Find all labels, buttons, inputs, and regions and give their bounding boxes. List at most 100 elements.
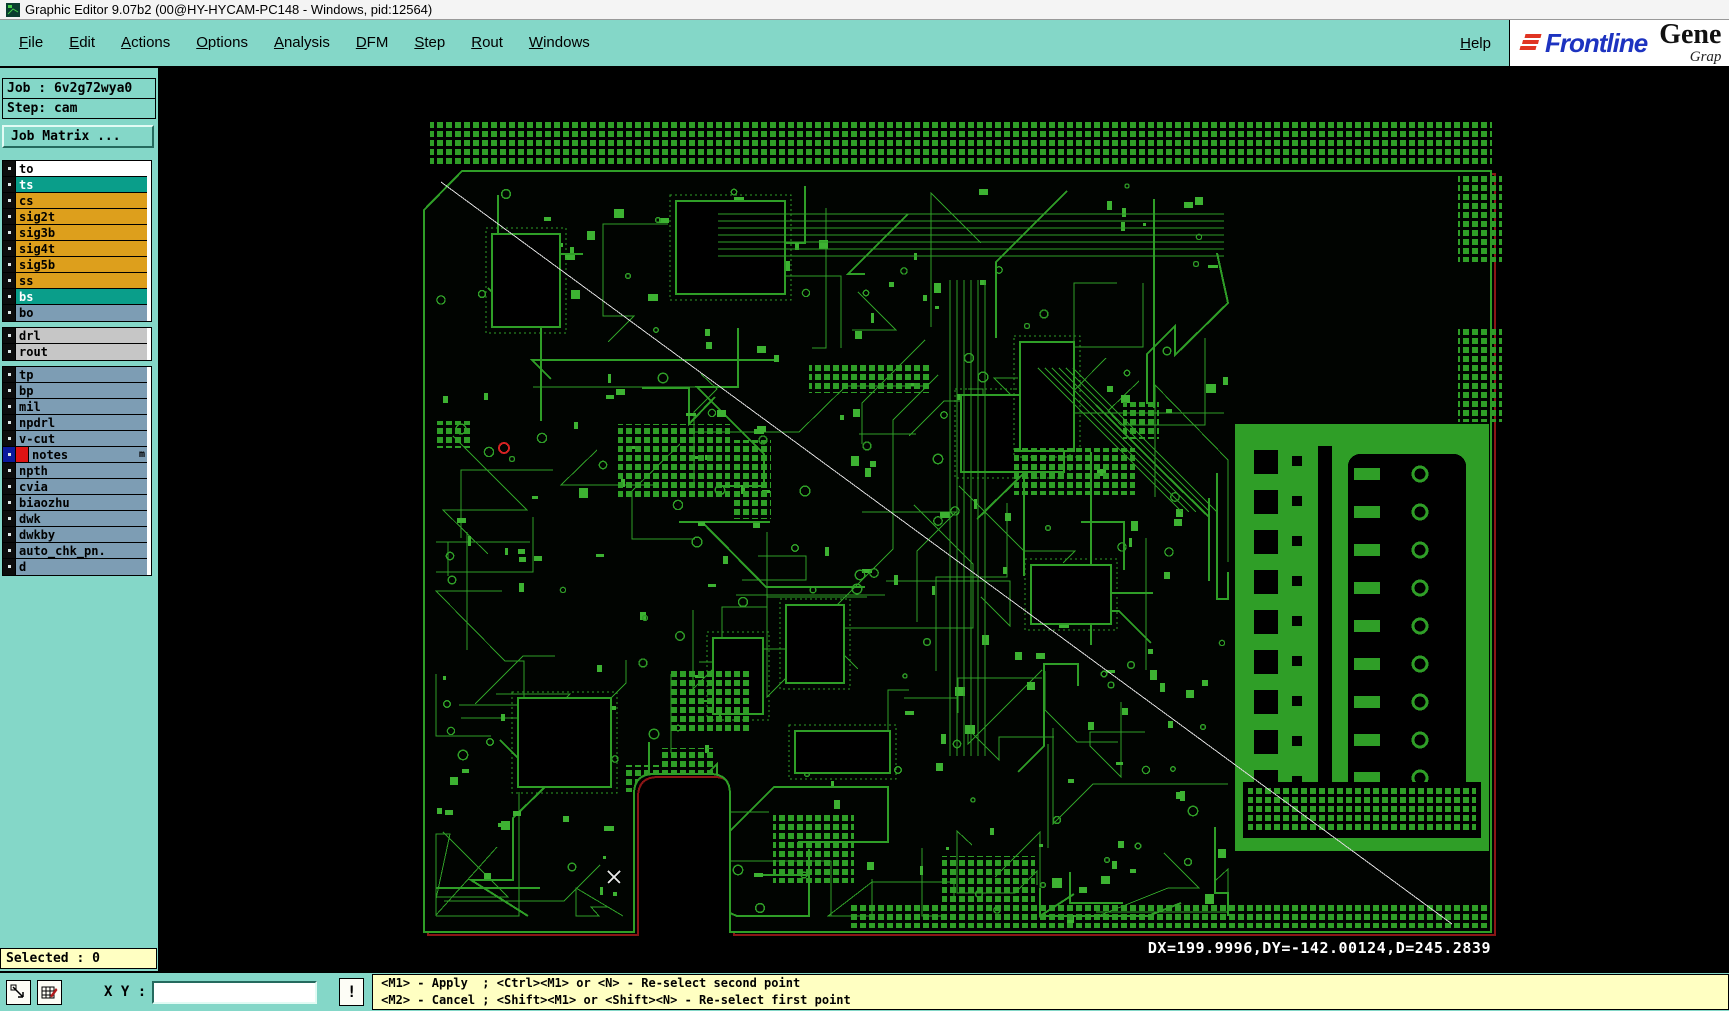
menu-analysis[interactable]: Analysis [261, 34, 343, 51]
layer-toggle-button[interactable] [3, 177, 16, 192]
layer-name: ss [16, 273, 147, 288]
app-icon [6, 2, 20, 17]
pcb-canvas[interactable] [158, 68, 1729, 971]
layer-row-mil[interactable]: mil [3, 399, 147, 415]
layer-toggle-button[interactable] [3, 257, 16, 272]
layer-row-npth[interactable]: npth [3, 463, 147, 479]
layer-row-auto_chk_pn.[interactable]: auto_chk_pn. [3, 543, 147, 559]
layer-group: to ts cs sig2t sig3b sig4t sig5b ss bs b… [2, 160, 152, 322]
layer-toggle-button[interactable] [3, 225, 16, 240]
layer-row-sig5b[interactable]: sig5b [3, 257, 147, 273]
layer-toggle-button[interactable] [3, 495, 16, 510]
layer-row-v-cut[interactable]: v-cut [3, 431, 147, 447]
layer-name: drl [16, 328, 147, 343]
layer-row-cvia[interactable]: cvia [3, 479, 147, 495]
job-matrix-button[interactable]: Job Matrix ... [2, 125, 154, 148]
layer-row-dwkby[interactable]: dwkby [3, 527, 147, 543]
layer-row-sig3b[interactable]: sig3b [3, 225, 147, 241]
menu-rout[interactable]: Rout [458, 34, 516, 51]
layer-row-sig2t[interactable]: sig2t [3, 209, 147, 225]
layer-toggle-button[interactable] [3, 328, 16, 343]
measure-tool-button[interactable] [6, 979, 31, 1005]
menu-step[interactable]: Step [401, 34, 458, 51]
grid-edit-icon [41, 986, 58, 998]
layer-toggle-button[interactable] [3, 559, 16, 575]
product-name: Gene Grap [1659, 20, 1722, 65]
right-pad-grid-top [1458, 176, 1502, 262]
layer-name: sig3b [16, 225, 147, 240]
layer-row-sig4t[interactable]: sig4t [3, 241, 147, 257]
frontline-logo: Frontline [1545, 27, 1648, 58]
layer-name: d [16, 559, 147, 575]
selected-count: Selected : 0 [0, 948, 157, 969]
layer-toggle-button[interactable] [3, 305, 16, 321]
layer-row-to[interactable]: to [3, 161, 147, 177]
layer-toggle-button[interactable] [3, 344, 16, 360]
menu-bar: File Edit Actions Options Analysis DFM Step Rou… [0, 20, 1729, 68]
menu-edit[interactable]: Edit [56, 34, 108, 51]
layer-toggle-button[interactable] [3, 399, 16, 414]
layer-toggle-button[interactable] [3, 527, 16, 542]
layer-list: to ts cs sig2t sig3b sig4t sig5b ss bs b… [0, 160, 158, 576]
layer-toggle-button[interactable] [3, 447, 16, 462]
layer-row-dwk[interactable]: dwk [3, 511, 147, 527]
layer-toggle-button[interactable] [3, 367, 16, 382]
layer-row-npdrl[interactable]: npdrl [3, 415, 147, 431]
top-pad-grid [430, 120, 1492, 166]
bottom-toolbar: X Y : ! <M1> - Apply ; <Ctrl><M1> or <N>… [0, 971, 1729, 1011]
application-window: Graphic Editor 9.07b2 (00@HY-HYCAM-PC148… [0, 0, 1729, 1011]
layer-toggle-button[interactable] [3, 415, 16, 430]
canvas-area[interactable]: DX=199.9996,DY=-142.00124,D=245.2839 [158, 68, 1729, 971]
menu-dfm[interactable]: DFM [343, 34, 402, 51]
xy-label: X Y : [104, 984, 147, 1000]
layer-toggle-button[interactable] [3, 543, 16, 558]
layer-row-biaozhu[interactable]: biaozhu [3, 495, 147, 511]
layer-toggle-button[interactable] [3, 383, 16, 398]
prompt-line-2: <M2> - Cancel ; <Shift><M1> or <Shift><N… [381, 993, 851, 1007]
layer-name: v-cut [16, 431, 147, 446]
measure-icon [10, 984, 24, 998]
layer-row-ss[interactable]: ss [3, 273, 147, 289]
menu-file[interactable]: File [6, 34, 56, 51]
layer-toggle-button[interactable] [3, 209, 16, 224]
layer-toggle-button[interactable] [3, 241, 16, 256]
layer-name: biaozhu [16, 495, 147, 510]
layer-toggle-button[interactable] [3, 479, 16, 494]
layer-toggle-button[interactable] [3, 193, 16, 208]
layer-name: notes m [29, 447, 147, 462]
step-label: Step: cam [3, 98, 155, 118]
layer-row-rout[interactable]: rout [3, 344, 147, 360]
layer-row-ts[interactable]: ts [3, 177, 147, 193]
layer-toggle-button[interactable] [3, 161, 16, 176]
layer-work-indicator[interactable] [16, 447, 29, 462]
layer-toggle-button[interactable] [3, 431, 16, 446]
layer-toggle-button[interactable] [3, 289, 16, 304]
layer-name: cvia [16, 479, 147, 494]
prompt-line-1: <M1> - Apply ; <Ctrl><M1> or <N> - Re-se… [381, 976, 801, 991]
layer-row-bp[interactable]: bp [3, 383, 147, 399]
layer-name: dwk [16, 511, 147, 526]
layer-row-tp[interactable]: tp [3, 367, 147, 383]
layer-name: tp [16, 367, 147, 382]
layer-row-notes[interactable]: notes m [3, 447, 147, 463]
layer-name: dwkby [16, 527, 147, 542]
xy-input[interactable] [152, 980, 318, 1004]
layer-toggle-button[interactable] [3, 463, 16, 478]
layer-row-cs[interactable]: cs [3, 193, 147, 209]
prompt-message-box: <M1> - Apply ; <Ctrl><M1> or <N> - Re-se… [372, 974, 1729, 1010]
layer-name: to [16, 161, 147, 176]
layer-row-bo[interactable]: bo [3, 305, 147, 321]
alert-button[interactable]: ! [339, 978, 365, 1006]
menu-options[interactable]: Options [183, 34, 261, 51]
grid-edit-tool-button[interactable] [37, 979, 62, 1005]
menu-actions[interactable]: Actions [108, 34, 183, 51]
layer-toggle-button[interactable] [3, 273, 16, 288]
layer-name: rout [16, 344, 147, 360]
layer-name: bs [16, 289, 147, 304]
layer-toggle-button[interactable] [3, 511, 16, 526]
layer-row-d[interactable]: d [3, 559, 147, 575]
menu-help[interactable]: Help [1442, 35, 1509, 52]
layer-row-drl[interactable]: drl [3, 328, 147, 344]
layer-row-bs[interactable]: bs [3, 289, 147, 305]
menu-windows[interactable]: Windows [516, 34, 603, 51]
